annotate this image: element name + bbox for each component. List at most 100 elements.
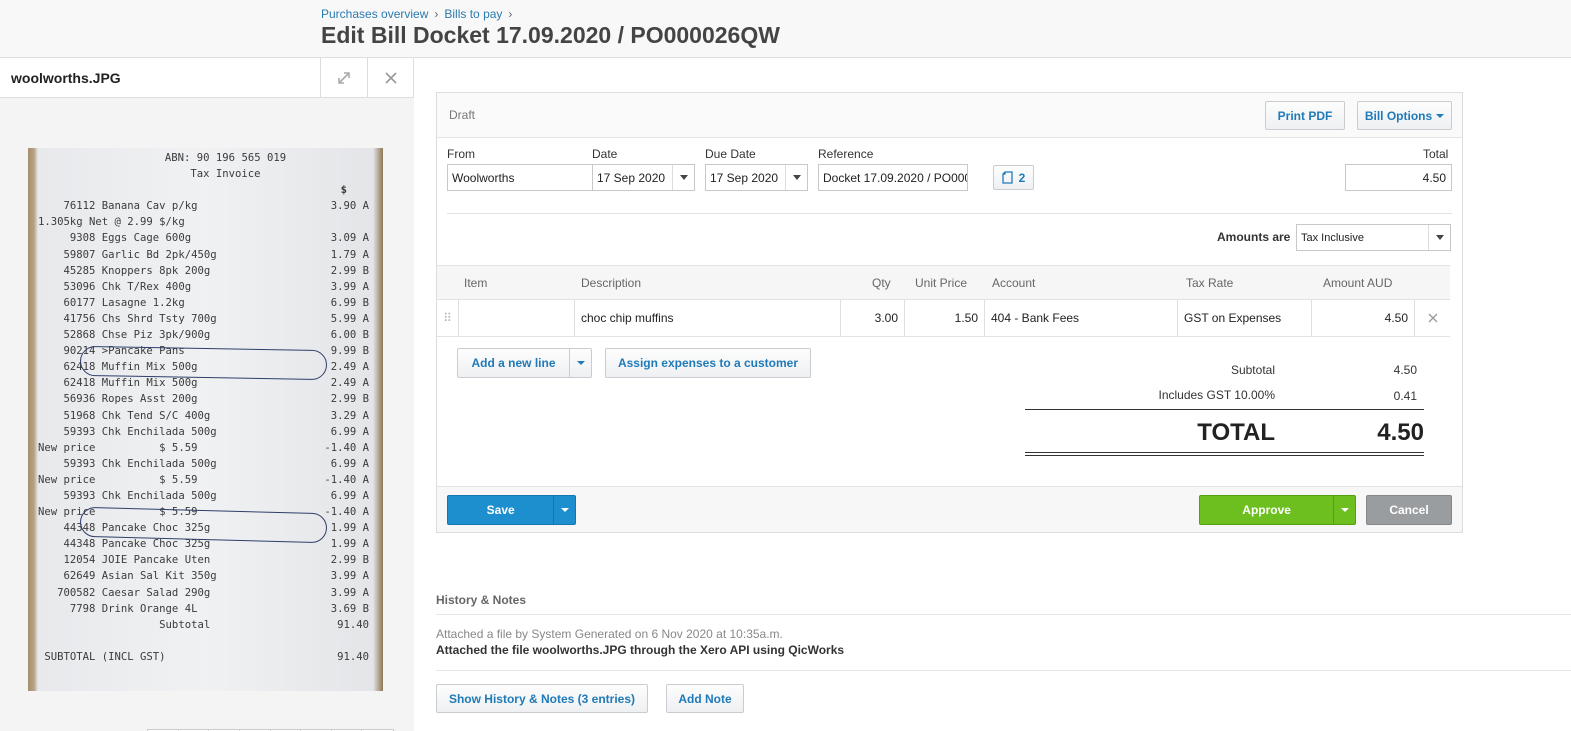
receipt-line-amount: 5.99 A bbox=[330, 312, 369, 325]
date-input[interactable]: 17 Sep 2020 bbox=[592, 164, 695, 191]
receipt-line: 7798 Drink Orange 4L 3.69 B bbox=[38, 601, 373, 617]
divider bbox=[436, 670, 1571, 671]
receipt-line-amount: -1.40 A bbox=[324, 473, 369, 486]
reference-label: Reference bbox=[818, 147, 874, 161]
receipt-line: SUBTOTAL (INCL GST) 91.40 bbox=[38, 649, 373, 665]
add-line-button[interactable]: Add a new line bbox=[457, 348, 592, 378]
receipt-line-amount: 6.99 A bbox=[330, 489, 369, 502]
breadcrumb-bills-to-pay[interactable]: Bills to pay bbox=[444, 7, 502, 21]
save-label: Save bbox=[486, 503, 515, 517]
divider bbox=[1025, 452, 1424, 453]
add-line-label: Add a new line bbox=[471, 356, 556, 370]
receipt-text: ABN: 90 196 565 019 Tax Invoice $ 76112 … bbox=[38, 150, 373, 665]
from-input[interactable]: Woolworths bbox=[447, 164, 593, 191]
add-line-dropdown-button[interactable] bbox=[569, 349, 591, 377]
amounts-are-label: Amounts are bbox=[1217, 230, 1291, 244]
amounts-are-dropdown-button[interactable] bbox=[1428, 225, 1450, 250]
bill-options-button[interactable]: Bill Options bbox=[1357, 101, 1452, 130]
date-dropdown-button[interactable] bbox=[672, 165, 694, 190]
date-label: Date bbox=[592, 147, 618, 161]
cell-unit-price[interactable]: 1.50 bbox=[904, 300, 984, 336]
receipt-line-amount: 6.99 B bbox=[330, 296, 369, 309]
cell-description[interactable]: choc chip muffins bbox=[574, 300, 840, 336]
receipt-line-text: 41756 Chs Shrd Tsty 700g bbox=[38, 312, 217, 325]
divider bbox=[1025, 455, 1424, 456]
receipt-line-amount: 3.69 B bbox=[330, 602, 369, 615]
cell-tax-rate[interactable]: GST on Expenses bbox=[1177, 300, 1311, 336]
cell-qty[interactable]: 3.00 bbox=[840, 300, 904, 336]
due-date-value: 17 Sep 2020 bbox=[710, 170, 779, 185]
receipt-line-text: 52868 Chse Piz 3pk/900g bbox=[38, 329, 211, 342]
form-header: Draft Print PDF Bill Options bbox=[437, 93, 1462, 138]
attachments-button[interactable]: 2 bbox=[993, 165, 1034, 190]
due-date-label: Due Date bbox=[705, 147, 756, 161]
receipt-line: 41756 Chs Shrd Tsty 700g 5.99 A bbox=[38, 311, 373, 327]
receipt-line: 45285 Knoppers 8pk 200g 2.99 B bbox=[38, 263, 373, 279]
receipt-line-text: SUBTOTAL (INCL GST) bbox=[38, 650, 166, 663]
approve-button[interactable]: Approve bbox=[1199, 495, 1356, 525]
receipt-line-text: 62418 Muffin Mix 500g bbox=[38, 377, 198, 390]
receipt-line: 51968 Chk Tend S/C 400g 3.29 A bbox=[38, 408, 373, 424]
due-date-input[interactable]: 17 Sep 2020 bbox=[705, 164, 808, 191]
receipt-tax-invoice: Tax Invoice bbox=[190, 168, 261, 181]
receipt-line-text: 59393 Chk Enchilada 500g bbox=[38, 489, 217, 502]
gst-value: 0.41 bbox=[1393, 389, 1417, 403]
receipt-currency: $ bbox=[340, 184, 347, 197]
bill-form: Draft Print PDF Bill Options From Date D… bbox=[436, 92, 1463, 533]
drag-handle[interactable]: ⠿ bbox=[437, 300, 458, 336]
save-dropdown-button[interactable] bbox=[553, 496, 575, 524]
delete-row-button[interactable] bbox=[1414, 300, 1450, 336]
receipt-line-text: 51968 Chk Tend S/C 400g bbox=[38, 409, 211, 422]
show-history-button[interactable]: Show History & Notes (3 entries) bbox=[436, 684, 648, 713]
receipt-line-text: 60177 Lasagne 1.2kg bbox=[38, 296, 185, 309]
total-label: Total bbox=[1423, 147, 1449, 161]
receipt-line-text: 1.305kg Net @ 2.99 $/kg bbox=[38, 216, 185, 229]
receipt-line: 700582 Caesar Salad 290g 3.99 A bbox=[38, 585, 373, 601]
receipt-line-amount: 3.99 A bbox=[330, 586, 369, 599]
file-name: woolworths.JPG bbox=[11, 70, 121, 86]
receipt-line: 1.305kg Net @ 2.99 $/kg bbox=[38, 214, 373, 230]
receipt-line: 53096 Chk T/Rex 400g 3.99 A bbox=[38, 279, 373, 295]
print-pdf-button[interactable]: Print PDF bbox=[1265, 101, 1345, 130]
divider bbox=[1025, 409, 1424, 410]
save-button[interactable]: Save bbox=[447, 495, 576, 525]
from-label: From bbox=[447, 147, 475, 161]
column-header-amount: Amount AUD bbox=[1323, 276, 1393, 290]
receipt-line-text: New price $ 5.59 bbox=[38, 441, 198, 454]
close-preview-button[interactable] bbox=[367, 58, 414, 98]
receipt-line-amount: -1.40 A bbox=[324, 506, 369, 519]
file-bar: woolworths.JPG bbox=[0, 58, 414, 98]
close-icon bbox=[385, 72, 397, 84]
approve-dropdown-button[interactable] bbox=[1333, 496, 1355, 524]
add-note-button[interactable]: Add Note bbox=[666, 684, 744, 713]
reference-input[interactable]: Docket 17.09.2020 / PO000026QW bbox=[818, 164, 968, 191]
cell-item[interactable] bbox=[458, 300, 574, 336]
receipt-line: 59807 Garlic Bd 2pk/450g 1.79 A bbox=[38, 247, 373, 263]
receipt-line-text: 59393 Chk Enchilada 500g bbox=[38, 457, 217, 470]
receipt-line: 9308 Eggs Cage 600g 3.09 A bbox=[38, 230, 373, 246]
chevron-down-icon bbox=[679, 175, 688, 180]
due-date-dropdown-button[interactable] bbox=[785, 165, 807, 190]
receipt-line-amount: -1.40 A bbox=[324, 441, 369, 454]
total-input[interactable]: 4.50 bbox=[1345, 164, 1452, 191]
receipt-line: 59393 Chk Enchilada 500g 6.99 A bbox=[38, 424, 373, 440]
receipt-line-amount: 1.99 A bbox=[330, 538, 369, 551]
cancel-button[interactable]: Cancel bbox=[1366, 495, 1452, 525]
page-header: Purchases overview › Bills to pay › Edit Bi… bbox=[0, 0, 1571, 58]
receipt-line: 12054 JOIE Pancake Uten 2.99 B bbox=[38, 552, 373, 568]
breadcrumb-purchases-overview[interactable]: Purchases overview bbox=[321, 7, 428, 21]
cell-account[interactable]: 404 - Bank Fees bbox=[984, 300, 1177, 336]
circle-mark bbox=[79, 345, 328, 381]
assign-expenses-button[interactable]: Assign expenses to a customer bbox=[605, 348, 811, 378]
gst-label: Includes GST 10.00% bbox=[1158, 388, 1275, 402]
amounts-are-select[interactable]: Tax Inclusive bbox=[1296, 224, 1451, 251]
cell-amount[interactable]: 4.50 bbox=[1311, 300, 1414, 336]
history-entry: Attached the file woolworths.JPG through… bbox=[436, 643, 845, 657]
expand-button[interactable] bbox=[320, 58, 367, 98]
receipt-line-text: 59807 Garlic Bd 2pk/450g bbox=[38, 248, 217, 261]
column-header-account: Account bbox=[992, 276, 1036, 290]
receipt-line-text: 59393 Chk Enchilada 500g bbox=[38, 425, 217, 438]
receipt-line-amount: 2.99 B bbox=[330, 264, 369, 277]
receipt-line: 52868 Chse Piz 3pk/900g 6.00 B bbox=[38, 327, 373, 343]
document-icon bbox=[1002, 171, 1013, 184]
